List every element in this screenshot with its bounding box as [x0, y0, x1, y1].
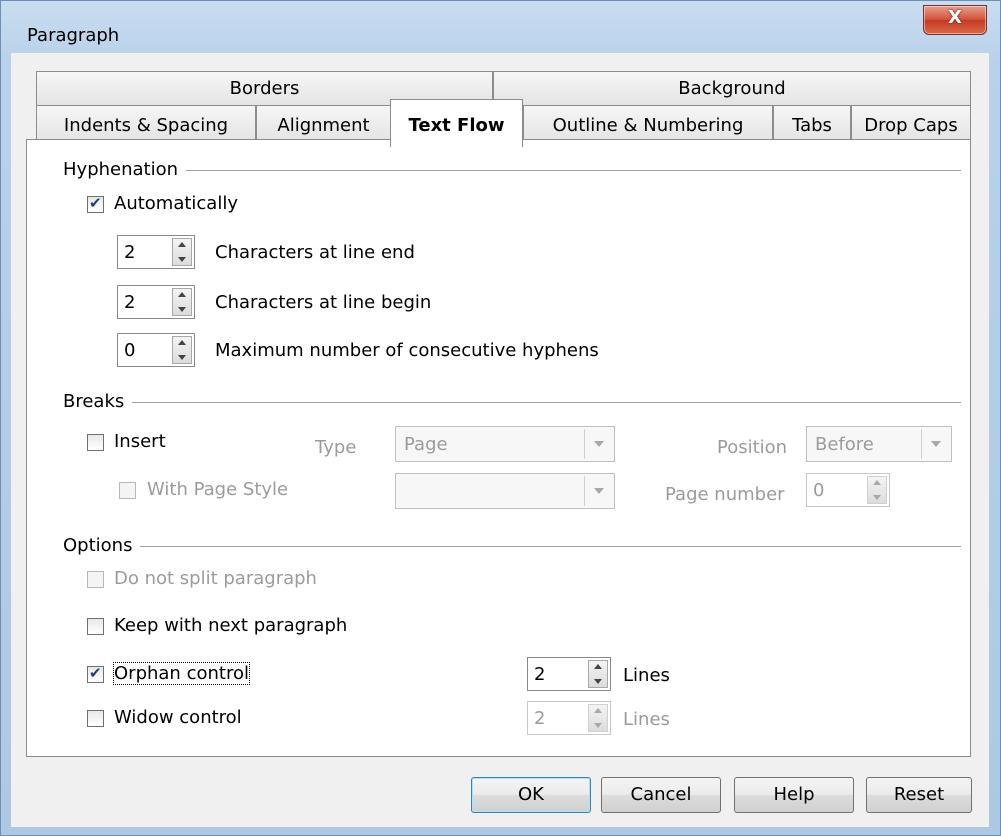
tab-label: Alignment: [277, 115, 370, 136]
help-button[interactable]: Help: [734, 777, 854, 813]
tab-label: Tabs: [792, 115, 832, 136]
automatically-label: Automatically: [114, 193, 238, 214]
tab-background[interactable]: Background: [493, 71, 971, 105]
breaks-heading: Breaks: [63, 391, 133, 412]
reset-button[interactable]: Reset: [866, 777, 972, 813]
tab-label: Outline & Numbering: [552, 115, 744, 136]
max-hyphens-label: Maximum number of consecutive hyphens: [215, 340, 599, 361]
max-hyphens-value: 0: [124, 340, 136, 361]
spin-arrows-icon[interactable]: [172, 336, 192, 364]
position-label: Position: [717, 437, 788, 458]
orphan-control-checkbox[interactable]: [87, 664, 104, 683]
line-end-label: Characters at line end: [215, 242, 415, 263]
line-end-spinner[interactable]: 2: [117, 235, 195, 269]
spin-arrows-icon[interactable]: [172, 288, 192, 316]
widow-lines-value: 2: [534, 708, 546, 729]
title-bar[interactable]: Paragraph X: [1, 1, 1001, 53]
do-not-split-checkbox[interactable]: [87, 571, 104, 588]
orphan-lines-label: Lines: [623, 665, 670, 686]
close-icon: X: [948, 7, 962, 28]
paragraph-dialog: Paragraph X Borders Background Indents &…: [0, 0, 1001, 836]
hyphenation-heading: Hyphenation: [63, 159, 187, 180]
do-not-split-label: Do not split paragraph: [114, 568, 317, 589]
max-hyphens-spinner[interactable]: 0: [117, 333, 195, 367]
tab-label: Text Flow: [408, 115, 505, 136]
keep-with-next-checkbox[interactable]: [87, 618, 104, 635]
with-page-style-checkbox[interactable]: [119, 482, 136, 499]
spin-arrows-icon[interactable]: [588, 704, 608, 732]
chevron-down-icon[interactable]: [584, 429, 612, 459]
type-combo[interactable]: Page: [395, 426, 615, 462]
breaks-separator: [63, 402, 961, 403]
ok-button[interactable]: OK: [471, 777, 591, 813]
page-number-spinner[interactable]: 0: [806, 473, 890, 507]
widow-control-checkbox[interactable]: [87, 710, 104, 727]
dialog-title: Paragraph: [27, 25, 120, 46]
widow-lines-label: Lines: [623, 709, 670, 730]
orphan-control-label: Orphan control: [113, 662, 250, 685]
widow-lines-spinner[interactable]: 2: [527, 701, 611, 735]
spin-arrows-icon[interactable]: [588, 660, 608, 688]
insert-checkbox[interactable]: [87, 434, 104, 451]
cancel-button[interactable]: Cancel: [601, 777, 721, 813]
tab-alignment[interactable]: Alignment: [256, 105, 391, 141]
insert-label: Insert: [114, 431, 166, 452]
spin-arrows-icon[interactable]: [867, 476, 887, 504]
tab-label: Background: [678, 78, 786, 99]
tab-outline-numbering[interactable]: Outline & Numbering: [523, 105, 773, 141]
options-heading: Options: [63, 535, 141, 556]
page-style-combo[interactable]: [395, 473, 615, 509]
hyphenation-separator: [63, 170, 961, 171]
close-button[interactable]: X: [923, 5, 987, 35]
page-number-value: 0: [813, 480, 825, 501]
tab-tabs[interactable]: Tabs: [773, 105, 851, 141]
orphan-lines-spinner[interactable]: 2: [527, 657, 611, 691]
tab-indents-spacing[interactable]: Indents & Spacing: [36, 105, 256, 141]
with-page-style-label: With Page Style: [147, 479, 289, 500]
automatically-checkbox[interactable]: [87, 194, 104, 213]
type-label: Type: [315, 437, 357, 458]
type-combo-value: Page: [404, 434, 448, 455]
orphan-lines-value: 2: [534, 664, 546, 685]
widow-control-label: Widow control: [114, 707, 242, 728]
keep-with-next-label: Keep with next paragraph: [114, 615, 348, 636]
position-combo-value: Before: [815, 434, 874, 455]
line-begin-spinner[interactable]: 2: [117, 285, 195, 319]
position-combo[interactable]: Before: [806, 426, 952, 462]
page-number-label: Page number: [665, 484, 785, 505]
line-begin-value: 2: [124, 292, 136, 313]
options-separator: [63, 546, 961, 547]
tab-drop-caps[interactable]: Drop Caps: [851, 105, 971, 141]
tab-label: Indents & Spacing: [63, 115, 229, 136]
chevron-down-icon[interactable]: [584, 476, 612, 506]
chevron-down-icon[interactable]: [921, 429, 949, 459]
line-end-value: 2: [124, 242, 136, 263]
line-begin-label: Characters at line begin: [215, 292, 432, 313]
tab-label: Drop Caps: [864, 115, 958, 136]
spin-arrows-icon[interactable]: [172, 238, 192, 266]
tab-label: Borders: [229, 78, 300, 99]
tab-text-flow[interactable]: Text Flow: [390, 99, 523, 147]
